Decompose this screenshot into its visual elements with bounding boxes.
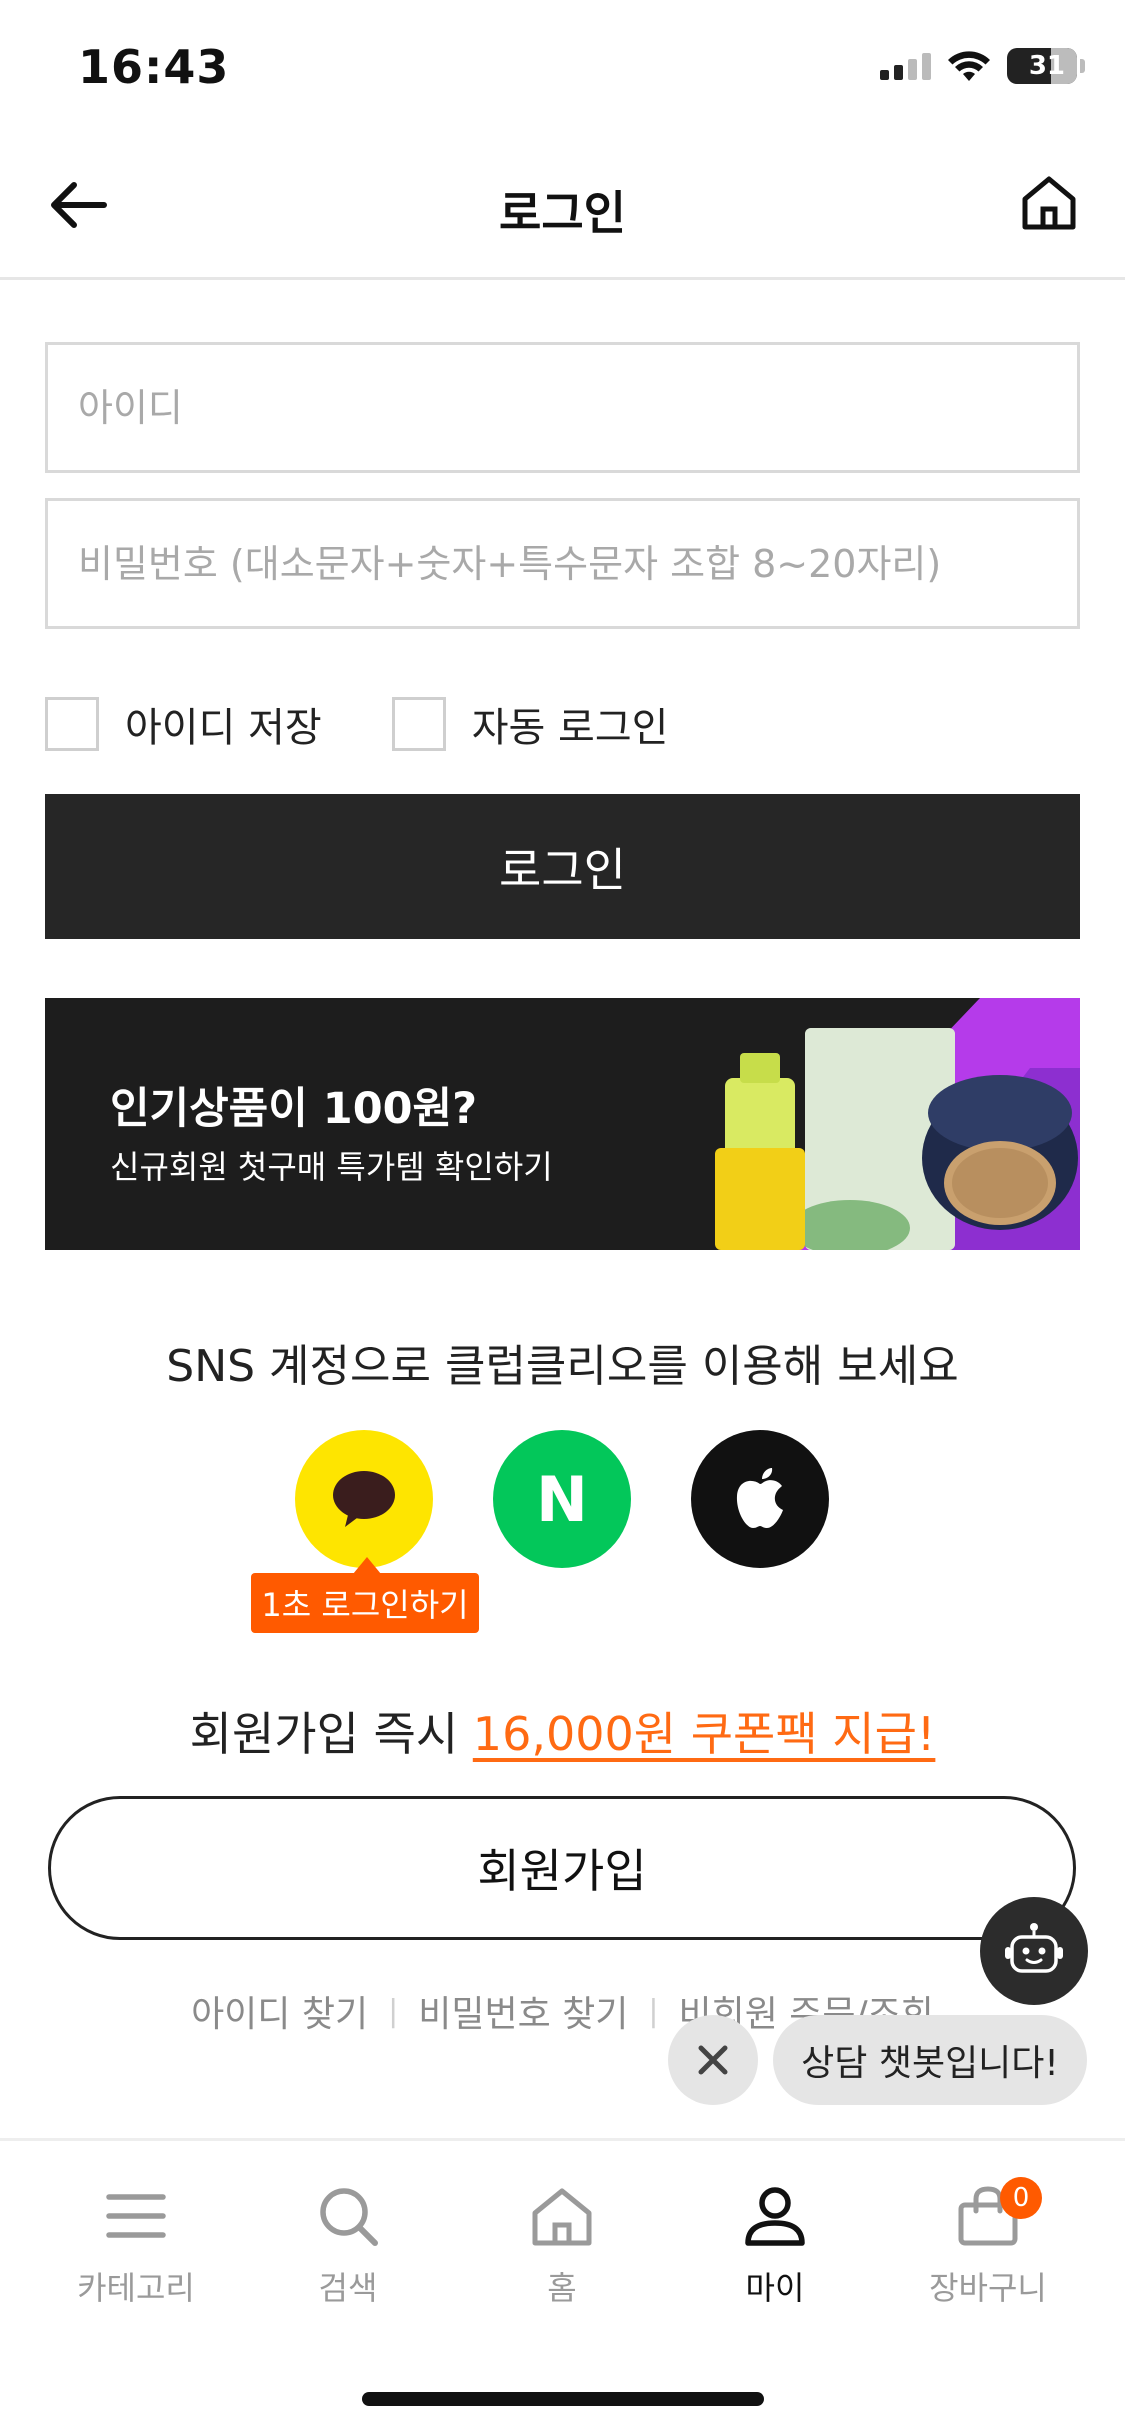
auto-login-checkbox[interactable] [391,697,446,751]
signup-button[interactable]: 회원가입 [48,1796,1076,1940]
apple-login-button[interactable] [691,1430,829,1568]
nav-cart[interactable]: 장바구니 0 [888,2177,1088,2309]
link-divider: | [388,1993,399,2029]
naver-login-button[interactable]: N [493,1430,631,1568]
signup-promo-highlight[interactable]: 16,000원 쿠폰팩 지급! [473,1707,936,1761]
tooltip-arrow [353,1557,381,1574]
sns-title: SNS 계정으로 클럽클리오를 이용해 보세요 [166,1341,959,1392]
header: 로그인 [0,135,1125,280]
find-password-link[interactable]: 비밀번호 찾기 [418,1985,628,2037]
battery-icon: 31 [1007,48,1077,84]
nav-my[interactable]: 마이 [675,2181,875,2309]
nav-category[interactable]: 카테고리 [36,2181,236,2309]
id-input[interactable] [48,345,1077,470]
robot-icon [1005,1923,1063,1973]
signal-icon [880,52,931,80]
wifi-icon [948,51,990,81]
search-icon [320,2188,378,2246]
chatbot-button[interactable] [980,1897,1088,2005]
promo-banner[interactable]: 인기상품이 100원? 신규회원 첫구매 특가템 확인하기 [45,998,1080,1250]
status-icons: 31 [880,48,1085,84]
cart-count-badge: 0 [1000,2177,1042,2219]
chat-close-button[interactable] [668,2015,758,2105]
signup-promo-prefix: 회원가입 즉시 [189,1707,473,1761]
status-time: 16:43 [78,40,230,94]
promo-product-image [715,998,1080,1250]
find-id-link[interactable]: 아이디 찾기 [191,1985,368,2037]
auto-login-option[interactable]: 자동 로그인 [391,695,669,753]
auto-login-label: 자동 로그인 [471,705,669,751]
menu-icon [106,2194,166,2238]
home-icon[interactable] [1017,171,1081,235]
battery-level: 31 [1028,51,1065,81]
password-field-wrapper [45,498,1080,629]
password-input[interactable] [48,501,1077,626]
promo-title: 인기상품이 100원? [110,1084,478,1134]
nav-my-label: 마이 [745,2269,805,2307]
save-id-checkbox[interactable] [45,697,99,751]
home-indicator [362,2392,764,2406]
apple-icon [736,1468,783,1528]
signup-promo: 회원가입 즉시 16,000원 쿠폰팩 지급! [0,1698,1125,1764]
nav-search-label: 검색 [318,2269,378,2307]
person-icon [745,2187,805,2246]
save-id-option[interactable]: 아이디 저장 [45,695,322,753]
close-icon [698,2045,728,2075]
login-button[interactable]: 로그인 [45,794,1080,939]
nav-search[interactable]: 검색 [248,2181,448,2309]
chatbot-bubble[interactable]: 상담 챗봇입니다! [773,2015,1087,2105]
kakao-login-button[interactable] [295,1430,433,1568]
nav-category-label: 카테고리 [77,2269,195,2307]
home-icon [532,2188,592,2246]
promo-subtitle: 신규회원 첫구매 특가템 확인하기 [110,1148,553,1186]
nav-home[interactable]: 홈 [462,2181,662,2309]
save-id-label: 아이디 저장 [125,705,322,751]
page-title: 로그인 [499,186,626,240]
login-options: 아이디 저장 자동 로그인 [45,695,738,753]
id-field-wrapper [45,342,1080,473]
link-divider: | [648,1993,659,2029]
naver-icon: N [536,1462,588,1536]
kakao-icon [333,1471,395,1527]
nav-home-label: 홈 [547,2269,577,2307]
quick-login-tooltip: 1초 로그인하기 [251,1573,479,1633]
nav-cart-label: 장바구니 [929,2269,1047,2307]
status-bar: 16:43 31 [0,0,1125,135]
